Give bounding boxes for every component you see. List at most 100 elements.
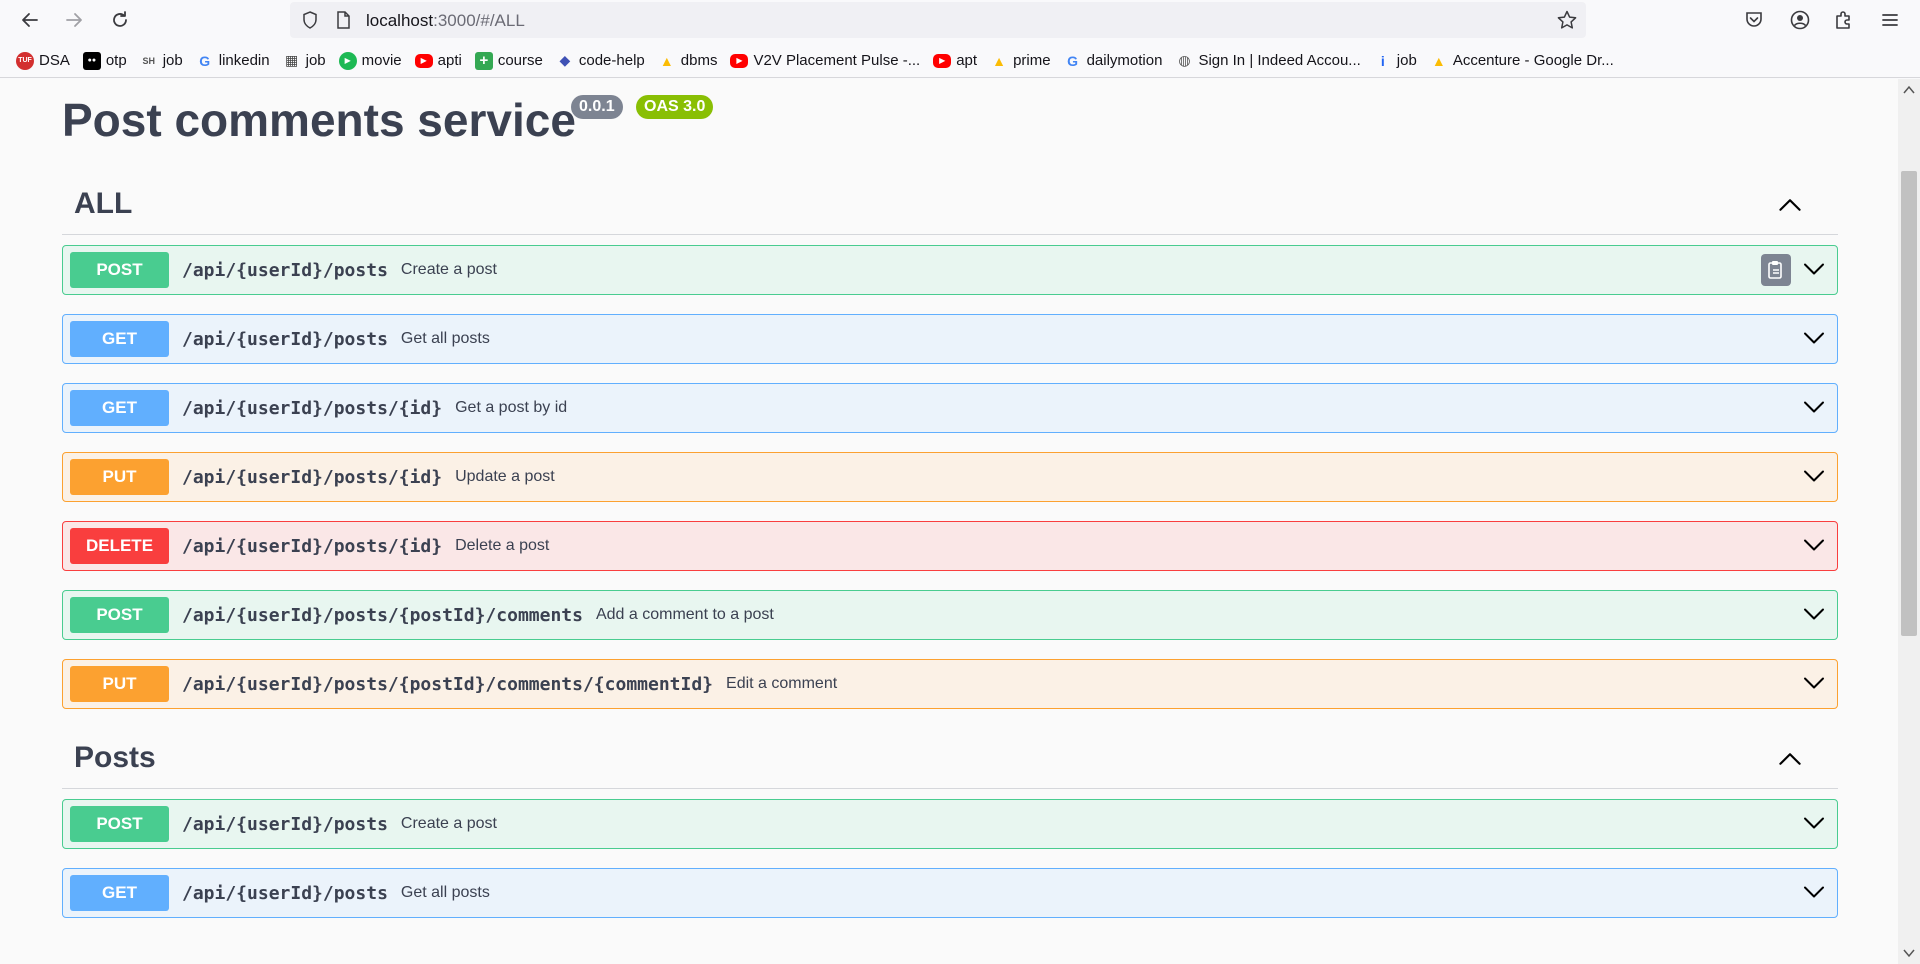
bookmark-item[interactable]: ▲ dbms [656,48,724,74]
globe-icon: ◍ [1178,52,1191,68]
extensions-button[interactable] [1830,6,1858,34]
bookmark-item[interactable]: ▶ V2V Placement Pulse -... [728,48,926,74]
method-badge: POST [70,597,169,633]
chevron-down-icon[interactable] [1803,606,1825,622]
chevron-down-icon[interactable] [1803,468,1825,484]
url-bar[interactable]: localhost:3000/#/ALL [290,2,1586,38]
chevron-down-icon[interactable] [1803,537,1825,553]
drive-icon: ▲ [992,52,1006,69]
url-text[interactable]: localhost:3000/#/ALL [366,11,525,31]
drive-icon: ▲ [1431,52,1446,69]
operation-summary: Get a post by id [455,399,568,416]
bookmark-item[interactable]: ▶ movie [337,48,408,74]
bookmark-item[interactable]: Gdailymotion [1062,48,1169,74]
bookmark-item[interactable]: TUF DSA [14,48,76,74]
bookmark-item[interactable]: ▲ Accenture - Google Dr... [1428,48,1620,74]
medium-icon: ●● [82,51,101,70]
bookmark-label: job [1396,52,1417,69]
drive-icon: ▲ [659,52,674,69]
bookmark-label: movie [361,52,402,69]
operation-summary: Add a comment to a post [595,606,774,623]
bookmark-label: DSA [39,52,70,69]
bookmark-item[interactable]: ▶ apti [413,48,468,74]
bookmark-label: job [305,52,326,69]
section-title: ALL [74,187,133,220]
chevron-down-icon[interactable] [1803,399,1825,415]
bookmark-item[interactable]: i job [1372,48,1423,74]
method-badge: PUT [70,666,169,702]
youtube-icon: ▶ [730,53,749,68]
plus-icon: + [474,51,493,70]
bookmark-label: course [497,52,543,69]
bookmark-item[interactable]: SH job [138,48,189,74]
chevron-down-icon[interactable] [1803,815,1825,831]
method-badge: GET [70,321,169,357]
bookmark-item[interactable]: ●● otp [81,48,133,74]
bookmark-star-icon[interactable] [1556,9,1578,31]
operation-summary: Get all posts [400,884,490,901]
menu-button[interactable] [1876,6,1904,34]
operation-summary: Get all posts [400,330,490,347]
url-path: :3000/#/ALL [433,11,525,30]
operation-put[interactable]: PUT/api/{userId}/posts/{postId}/comments… [62,659,1838,709]
section-header[interactable]: Posts [62,731,1838,789]
sh-icon: SH [142,55,155,66]
operation-get[interactable]: GET/api/{userId}/posts Get all posts [62,314,1838,364]
section-header[interactable]: ALL [62,177,1838,235]
forward-arrow-icon [66,13,82,27]
bookmark-item[interactable]: ◆ code-help [554,48,651,74]
chevron-up-icon[interactable] [1778,197,1802,213]
reload-button[interactable] [106,6,134,34]
operation-post[interactable]: POST/api/{userId}/posts Create a post [62,245,1838,295]
chevron-down-icon[interactable] [1803,675,1825,691]
shield-icon[interactable] [300,10,320,30]
bookmark-label: job [162,52,183,69]
bookmark-item[interactable]: ◍ Sign In | Indeed Accou... [1173,48,1366,74]
section-title: Posts [74,741,156,774]
forward-button[interactable] [60,6,88,34]
tuf-icon: TUF [16,51,34,70]
chevron-up-icon[interactable] [1778,751,1802,767]
method-badge: GET [70,390,169,426]
scroll-down-arrow-icon[interactable] [1903,948,1915,958]
operation-get[interactable]: GET/api/{userId}/posts/{id} Get a post by… [62,383,1838,433]
bookmark-item[interactable]: ▦ job [281,48,332,74]
hamburger-menu-icon [1882,14,1898,26]
operation-post[interactable]: POST/api/{userId}/posts Create a post [62,799,1838,849]
account-button[interactable] [1786,6,1814,34]
chevron-down-icon[interactable] [1803,884,1825,900]
bookmark-label: code-help [578,52,645,69]
play-icon: ▶ [338,51,357,70]
google-icon: G [1067,52,1079,69]
operation-path: /api/{userId}/posts/{id} [182,397,443,419]
swagger-page: Post comments service 0.0.1 OAS 3.0 ALL P… [0,79,1898,964]
chevron-down-icon[interactable] [1803,261,1825,277]
chevron-down-icon[interactable] [1803,330,1825,346]
bookmark-item[interactable]: Glinkedin [194,48,276,74]
page-scrollbar[interactable] [1898,79,1920,964]
operation-post[interactable]: POST/api/{userId}/posts/{postId}/comment… [62,590,1838,640]
page-icon[interactable] [333,10,353,30]
version-badge: 0.0.1 [571,95,623,119]
scrollbar-thumb[interactable] [1901,171,1917,636]
operation-path: /api/{userId}/posts [182,813,388,835]
operation-get[interactable]: GET/api/{userId}/posts Get all posts [62,868,1838,918]
bookmark-item[interactable]: ▶ apt [931,48,983,74]
copy-path-button[interactable] [1761,254,1791,286]
bookmark-item[interactable]: ▲ prime [988,48,1057,74]
operation-put[interactable]: PUT/api/{userId}/posts/{id} Update a post [62,452,1838,502]
operation-delete[interactable]: DELETE/api/{userId}/posts/{id} Delete a p… [62,521,1838,571]
pocket-button[interactable] [1740,6,1768,34]
operation-summary: Create a post [400,261,497,278]
youtube-icon: ▶ [933,53,952,68]
back-button[interactable] [16,6,44,34]
bookmark-item[interactable]: + course [473,48,549,74]
operation-summary: Create a post [400,815,497,832]
operation-summary: Edit a comment [726,675,838,692]
operation-path: /api/{userId}/posts [182,259,388,281]
method-badge: POST [70,252,169,288]
puzzle-icon [1836,11,1850,29]
operation-path: /api/{userId}/posts/{id} [182,535,443,557]
scroll-up-arrow-icon[interactable] [1903,85,1915,95]
bookmark-label: Accenture - Google Dr... [1452,52,1614,69]
